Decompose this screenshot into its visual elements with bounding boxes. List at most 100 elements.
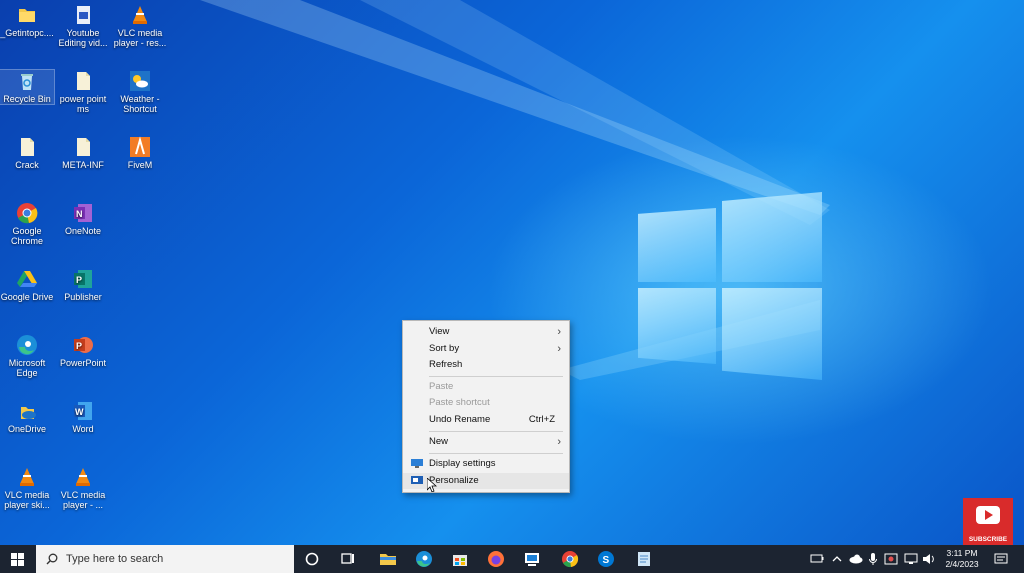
desktop-wallpaper[interactable]: _Getintopc.... Youtube Editing vid... VL… [0,0,1024,545]
desktop-icon-label: Microsoft Edge [8,358,46,378]
recycle-bin-icon [21,74,33,90]
desktop-context-menu: View › Sort by › Refresh Paste Paste sho… [402,320,570,493]
search-icon [46,553,58,565]
menu-separator [429,431,563,432]
powerpoint-icon: P [74,337,93,353]
desktop-icon-vlc-skin[interactable]: VLC media player ski... [0,466,54,510]
chevron-right-icon: › [557,343,561,355]
menu-separator [429,453,563,454]
desktop-icon-label: Word [72,424,94,434]
menu-item-refresh[interactable]: Refresh [403,357,569,373]
volume-icon[interactable] [922,552,936,566]
menu-item-paste-shortcut[interactable]: Paste shortcut [403,395,569,411]
start-button[interactable] [0,545,36,573]
taskbar-clock[interactable]: 3:11 PM 2/4/2023 [940,548,984,570]
svg-text:P: P [76,275,82,285]
desktop-icon-getintopc[interactable]: _Getintopc.... [0,4,54,38]
google-drive-icon [17,271,37,287]
chevron-right-icon: › [557,326,561,338]
desktop-icon-microsoft-edge[interactable]: Microsoft Edge [0,334,54,378]
desktop-icon-word[interactable]: W Word [56,400,110,434]
menu-item-undo-rename[interactable]: Undo Rename Ctrl+Z [403,412,569,428]
desktop-icon-power-point-ms[interactable]: power point ms [56,70,110,114]
desktop-icon-label: OneNote [64,226,102,236]
desktop-icon-recycle-bin[interactable]: Recycle Bin [0,69,55,105]
network-icon[interactable] [904,552,918,566]
taskbar: Type here to search S 3:11 PM 2/4/2023 [0,545,1024,573]
desktop-icon-label: META-INF [62,160,104,170]
menu-item-paste[interactable]: Paste [403,379,569,395]
chrome-icon[interactable] [560,549,580,569]
notifications-icon[interactable] [994,552,1008,566]
clock-time: 3:11 PM [946,548,978,558]
skype-icon[interactable]: S [596,549,616,569]
desktop-icon-label: VLC media player ski... [4,490,50,510]
subscribe-label: SUBSCRIBE [968,536,1008,543]
personalize-icon [411,476,423,484]
menu-item-sort-by[interactable]: Sort by › [403,341,569,357]
chevron-right-icon: › [557,436,561,448]
fivem-icon [130,136,150,157]
file-explorer-icon[interactable] [378,549,398,569]
desktop-icon-powerpoint[interactable]: P PowerPoint [56,334,110,368]
webcam-icon[interactable] [884,552,898,566]
desktop-icon-label: Recycle Bin [3,94,51,104]
desktop-icon-label: _Getintopc.... [0,28,54,38]
svg-text:P: P [76,341,82,351]
desktop-icon-weather[interactable]: Weather - Shortcut [113,70,167,114]
folder-icon [77,138,90,156]
desktop-icon-publisher[interactable]: P Publisher [56,268,110,302]
file-icon [77,72,90,90]
clock-date: 2/4/2023 [945,559,979,569]
desktop-icon-youtube-editing[interactable]: Youtube Editing vid... [56,4,110,48]
desktop-icon-label: FiveM [127,160,153,170]
weather-icon [130,71,150,91]
publisher-icon: P [74,270,92,288]
subscribe-button[interactable]: SUBSCRIBE [963,498,1013,546]
desktop-icon-label: VLC media player - ... [60,490,106,510]
svg-text:S: S [603,555,610,566]
vlc-icon [133,6,147,24]
firefox-icon[interactable] [486,549,506,569]
vlc-icon [76,468,90,486]
folder-icon [21,138,34,156]
desktop-icon-label: Youtube Editing vid... [58,28,108,48]
onedrive-icon [21,407,36,419]
search-placeholder: Type here to search [66,553,164,565]
desktop-icon-onenote[interactable]: N OneNote [56,202,110,236]
mouse-cursor-icon [427,478,437,492]
word-icon: W [74,402,92,420]
notepad-icon[interactable] [634,549,654,569]
desktop-icon-label: Publisher [64,292,102,302]
microphone-icon[interactable] [868,552,878,566]
menu-separator [429,376,563,377]
folder-icon [19,9,35,22]
menu-item-new[interactable]: New › [403,434,569,450]
menu-item-view[interactable]: View › [403,324,569,340]
taskbar-search-box[interactable]: Type here to search [36,545,294,573]
menu-item-display-settings[interactable]: Display settings [403,456,569,472]
desktop-icon-google-chrome[interactable]: Google Chrome [0,202,54,246]
task-view-icon[interactable] [338,549,358,569]
onenote-icon: N [74,204,92,222]
desktop-icon-label: power point ms [59,94,107,114]
desktop-icon-onedrive[interactable]: OneDrive [0,400,54,434]
desktop-icon-vlc-other[interactable]: VLC media player - ... [56,466,110,510]
display-settings-icon [411,459,423,468]
desktop-icon-google-drive[interactable]: Google Drive [0,268,54,302]
cortana-icon[interactable] [302,549,322,569]
svg-text:W: W [75,407,84,417]
windows-logo-wallpaper [630,188,830,388]
edge-icon[interactable] [414,549,434,569]
chevron-up-icon[interactable] [832,554,842,564]
onedrive-cloud-icon[interactable] [848,553,864,565]
desktop-icon-label: OneDrive [7,424,46,434]
store-icon[interactable] [450,549,470,569]
desktop-icon-vlc-res[interactable]: VLC media player - res... [113,4,167,48]
desktop-icon-meta-inf[interactable]: META-INF [56,136,110,170]
desktop-icon-crack[interactable]: Crack [0,136,54,170]
youtube-play-icon [976,506,1000,524]
battery-icon[interactable] [810,553,824,565]
snipping-tool-icon[interactable] [522,549,542,569]
desktop-icon-fivem[interactable]: FiveM [113,136,167,170]
